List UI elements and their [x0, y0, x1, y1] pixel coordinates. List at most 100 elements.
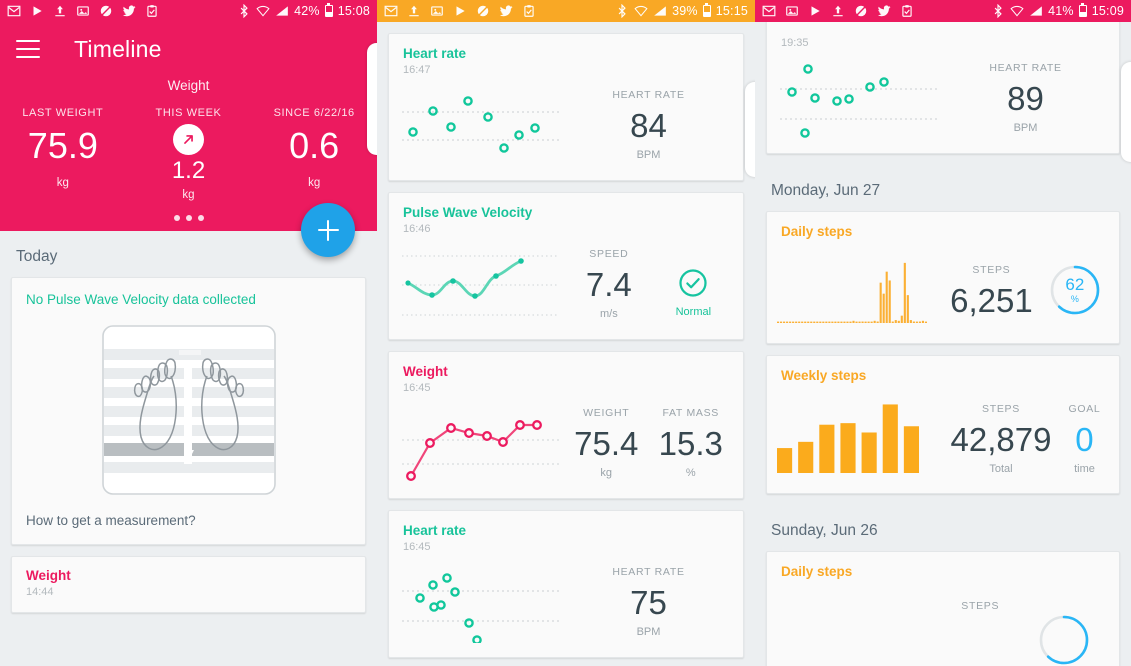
goal-ring: 62 %: [1045, 264, 1105, 321]
panel-measurements: 39% 15:15 Heart rate 16:47 HEART RATE 84…: [377, 0, 755, 666]
card-metrics: HEART RATE 75 BPM: [564, 566, 733, 638]
card-title: Daily steps: [781, 224, 853, 239]
signal-icon: [654, 6, 666, 16]
metric-fat-mass: FAT MASS 15.3 %: [655, 407, 727, 479]
ring-unit: %: [1070, 294, 1079, 305]
metric-label: SPEED: [589, 247, 629, 260]
pulse-wave-velocity-empty-card[interactable]: No Pulse Wave Velocity data collected Ho…: [11, 277, 366, 545]
status-bar-icons: [762, 4, 914, 18]
scrollbar-thumb[interactable]: [367, 43, 377, 155]
stat-value: 75.9: [27, 125, 98, 166]
scrollbar-thumb[interactable]: [745, 82, 755, 177]
metric-unit: Normal: [675, 305, 712, 318]
metric-label: [676, 248, 711, 260]
metric-label: STEPS: [982, 402, 1020, 415]
timeline-scroll[interactable]: 19:35 HEART RATE 89 BPM Monday, Jun 27 D…: [755, 22, 1131, 666]
card-title: Weight: [26, 568, 71, 583]
card-title: Pulse Wave Velocity: [403, 205, 533, 220]
gmail-icon: [384, 5, 398, 17]
panel-activity: 41% 15:09 19:35 HEART RATE 89 BPM Monday…: [755, 0, 1131, 666]
ring-value: 62: [1065, 275, 1085, 295]
metric-heart-rate: HEART RATE 75 BPM: [608, 566, 688, 638]
card-body: STEPS 42,879 Total GOAL 0 time: [767, 383, 1119, 493]
twitter-icon: [877, 5, 891, 17]
timeline-scroll[interactable]: Heart rate 16:47 HEART RATE 84 BPM Pulse…: [377, 22, 755, 666]
metric-label: STEPS: [972, 264, 1011, 277]
card-weight[interactable]: Weight 16:45 WEIGHT 75.4 kg FAT MASS 15.…: [388, 351, 744, 499]
card-time: 16:45: [403, 382, 431, 394]
metric-unit: BPM: [636, 626, 661, 639]
weekly-steps-bars: [777, 404, 919, 473]
card-body: STEPS: [767, 579, 1119, 666]
bluetooth-icon: [994, 4, 1002, 18]
metric-label: HEART RATE: [612, 88, 685, 101]
heart-rate-scatter-chart: [399, 561, 564, 645]
empty-card-title: No Pulse Wave Velocity data collected: [26, 292, 256, 307]
add-measurement-fab[interactable]: [301, 203, 355, 257]
clock: 15:15: [715, 4, 748, 18]
battery-icon: [324, 3, 333, 17]
photo-icon: [77, 6, 89, 16]
metric-speed: SPEED 7.4 m/s: [582, 248, 636, 320]
metric-steps: STEPS 6,251: [946, 264, 1037, 321]
card-body: WEIGHT 75.4 kg FAT MASS 15.3 %: [389, 394, 743, 498]
play-icon: [811, 6, 820, 16]
scrollbar-thumb[interactable]: [1121, 62, 1131, 162]
metric-value: 6,251: [950, 282, 1033, 320]
card-heart-rate-1645[interactable]: Heart rate 16:45 HEART RATE 75 BPM: [388, 510, 744, 658]
stat-label: THIS WEEK: [155, 107, 222, 119]
card-body: STEPS 6,251 62 %: [767, 239, 1119, 343]
stat-value: 0.6: [289, 125, 340, 166]
card-body: HEART RATE 75 BPM: [389, 553, 743, 657]
status-bar-icons: [7, 4, 159, 18]
metric-status-badge: Normal: [672, 248, 715, 320]
status-bar-icons: [384, 4, 536, 18]
play-icon: [33, 6, 42, 16]
card-title: Weekly steps: [781, 368, 867, 383]
metric-unit: BPM: [636, 149, 661, 162]
panel-timeline: 42% 15:08 Timeline Weight LAST WEIGHT 75…: [0, 0, 377, 666]
hamburger-icon[interactable]: [16, 40, 40, 58]
metric-label: STEPS: [961, 600, 1000, 612]
card-heart-rate-1647[interactable]: Heart rate 16:47 HEART RATE 84 BPM: [388, 33, 744, 181]
weight-line-chart: [399, 402, 564, 484]
metric-value: 84: [630, 106, 667, 144]
battery-percent: 42%: [294, 4, 320, 18]
stat-unit: kg: [182, 189, 195, 201]
heart-rate-scatter-chart: [777, 57, 942, 139]
section-header-sunday: Sunday, Jun 26: [771, 522, 878, 539]
weight-card-partial[interactable]: Weight 14:44: [11, 556, 366, 613]
arrow-glyph: [184, 135, 193, 144]
daily-steps-bars: [777, 262, 927, 323]
metric-value: 75.4: [574, 424, 639, 462]
block-icon: [855, 5, 867, 17]
wifi-icon: [256, 5, 270, 17]
card-heart-rate-1935[interactable]: 19:35 HEART RATE 89 BPM: [766, 22, 1120, 154]
metric-value: 0: [1075, 420, 1094, 458]
metric-unit: BPM: [1013, 122, 1038, 135]
card-daily-steps-sunday[interactable]: Daily steps STEPS: [766, 551, 1120, 666]
card-metrics: SPEED 7.4 m/s Normal: [564, 248, 733, 320]
card-weekly-steps[interactable]: Weekly steps STEPS 42,879 Total GOAL 0 t…: [766, 355, 1120, 494]
metric-value: 75: [630, 583, 667, 621]
twitter-icon: [499, 5, 513, 17]
weekly-steps-bar-chart: [777, 399, 942, 479]
card-pulse-wave-velocity[interactable]: Pulse Wave Velocity 16:46 SPEED 7.4 m/s …: [388, 192, 744, 340]
upload-icon: [55, 5, 65, 17]
card-title: Daily steps: [781, 564, 853, 579]
card-title: [767, 22, 1119, 34]
photo-icon: [431, 6, 443, 16]
stat-this-week: THIS WEEK 1.2 kg: [126, 107, 252, 201]
card-time: 16:45: [403, 541, 431, 553]
card-daily-steps-monday[interactable]: Daily steps STEPS 6,251 62 %: [766, 211, 1120, 344]
how-to-measure-link[interactable]: How to get a measurement?: [12, 496, 365, 544]
wifi-icon: [1010, 5, 1024, 17]
card-title: Weight: [403, 364, 448, 379]
battery-icon: [1078, 3, 1087, 17]
progress-ring-icon: [1038, 614, 1090, 666]
stat-label: LAST WEIGHT: [22, 107, 104, 119]
card-time: 16:46: [403, 223, 431, 235]
metric-value: 15.3: [658, 424, 723, 462]
weight-hero: Timeline Weight LAST WEIGHT 75.9 kg THIS…: [0, 22, 377, 257]
metric-unit: %: [685, 467, 696, 480]
